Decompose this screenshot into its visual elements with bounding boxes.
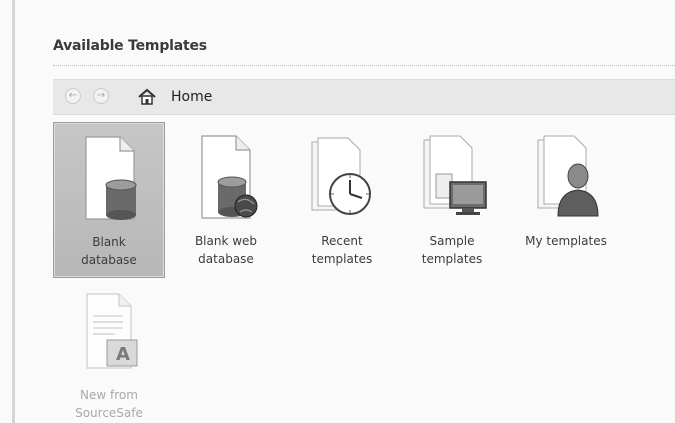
forward-button[interactable]: → bbox=[93, 88, 109, 104]
template-new-from-sourcesafe[interactable]: A New from SourceSafe bbox=[53, 276, 165, 423]
blank-web-database-icon bbox=[201, 135, 258, 219]
back-button[interactable]: ← bbox=[65, 88, 81, 104]
template-label: New from SourceSafe bbox=[75, 388, 143, 420]
sourcesafe-icon: A bbox=[86, 293, 138, 369]
recent-templates-icon bbox=[311, 137, 371, 215]
breadcrumb-home[interactable]: Home bbox=[171, 89, 212, 105]
template-blank-web-database[interactable]: Blank web database bbox=[170, 122, 282, 278]
template-recent[interactable]: Recent templates bbox=[286, 122, 398, 278]
template-my-templates[interactable]: My templates bbox=[510, 122, 622, 278]
navigation-bar: ← → Home bbox=[53, 79, 675, 115]
template-label: Blank web database bbox=[194, 234, 258, 266]
template-sample[interactable]: Sample templates bbox=[396, 122, 508, 278]
template-label: Sample templates bbox=[421, 234, 483, 266]
title-divider bbox=[53, 65, 675, 66]
section-title: Available Templates bbox=[53, 38, 207, 54]
my-templates-icon bbox=[537, 135, 599, 217]
blank-database-icon bbox=[85, 136, 137, 220]
template-label: Recent templates bbox=[311, 234, 373, 266]
left-panel-border bbox=[12, 0, 15, 423]
template-blank-database[interactable]: Blank database bbox=[53, 122, 165, 278]
svg-text:A: A bbox=[116, 344, 130, 365]
template-label: Blank database bbox=[81, 235, 137, 267]
home-icon[interactable] bbox=[137, 87, 157, 107]
template-label: My templates bbox=[525, 234, 607, 248]
sample-templates-icon bbox=[423, 135, 487, 215]
